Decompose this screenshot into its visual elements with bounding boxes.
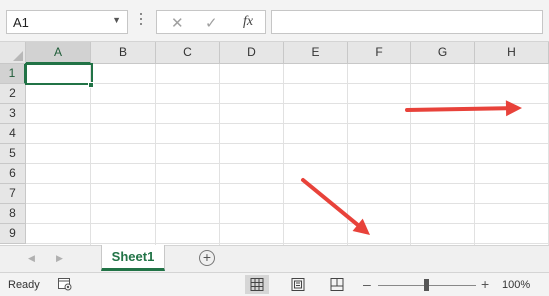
status-text: Ready (8, 279, 40, 291)
annotation-arrow-shaft (405, 106, 509, 112)
annotation-arrow-head (505, 100, 522, 117)
scroll-right-icon[interactable]: ▶ (56, 253, 63, 264)
cancel-icon[interactable]: ✕ (171, 14, 184, 32)
name-box[interactable]: A1 ▼ (6, 10, 128, 34)
scroll-left-icon[interactable]: ◀ (28, 253, 35, 264)
annotation-arrows (301, 100, 522, 235)
annotation-arrow-shaft (301, 178, 360, 227)
normal-view-icon (250, 278, 264, 291)
normal-view-button[interactable] (245, 275, 269, 294)
add-sheet-icon[interactable]: + (199, 250, 215, 266)
macro-record-icon[interactable] (58, 278, 72, 291)
formula-input[interactable] (271, 10, 543, 34)
page-break-view-button[interactable] (325, 275, 349, 294)
zoom-in-button[interactable]: + (481, 276, 489, 292)
formula-bar: A1 ▼ ✕ ✓ fx (0, 0, 549, 42)
status-bar: Ready – + 100% (0, 272, 549, 296)
page-break-icon (330, 278, 344, 291)
drag-grip-icon[interactable] (140, 13, 144, 31)
zoom-out-button[interactable]: – (363, 276, 371, 292)
sheet-tab-sheet1[interactable]: Sheet1 (101, 245, 165, 271)
name-box-value: A1 (13, 15, 29, 30)
sheet-tabs-bar: ◀ ▶ Sheet1 + (0, 245, 549, 272)
chevron-down-icon[interactable]: ▼ (112, 15, 121, 25)
spreadsheet-grid[interactable]: ABCDEFGH 123456789 (0, 42, 549, 245)
zoom-slider-thumb[interactable] (424, 279, 429, 291)
formula-buttons: ✕ ✓ fx (156, 10, 266, 34)
page-layout-view-button[interactable] (286, 275, 310, 294)
enter-icon[interactable]: ✓ (205, 14, 218, 32)
insert-function-icon[interactable]: fx (243, 14, 253, 30)
page-layout-icon (291, 278, 305, 291)
zoom-level[interactable]: 100% (502, 279, 530, 291)
